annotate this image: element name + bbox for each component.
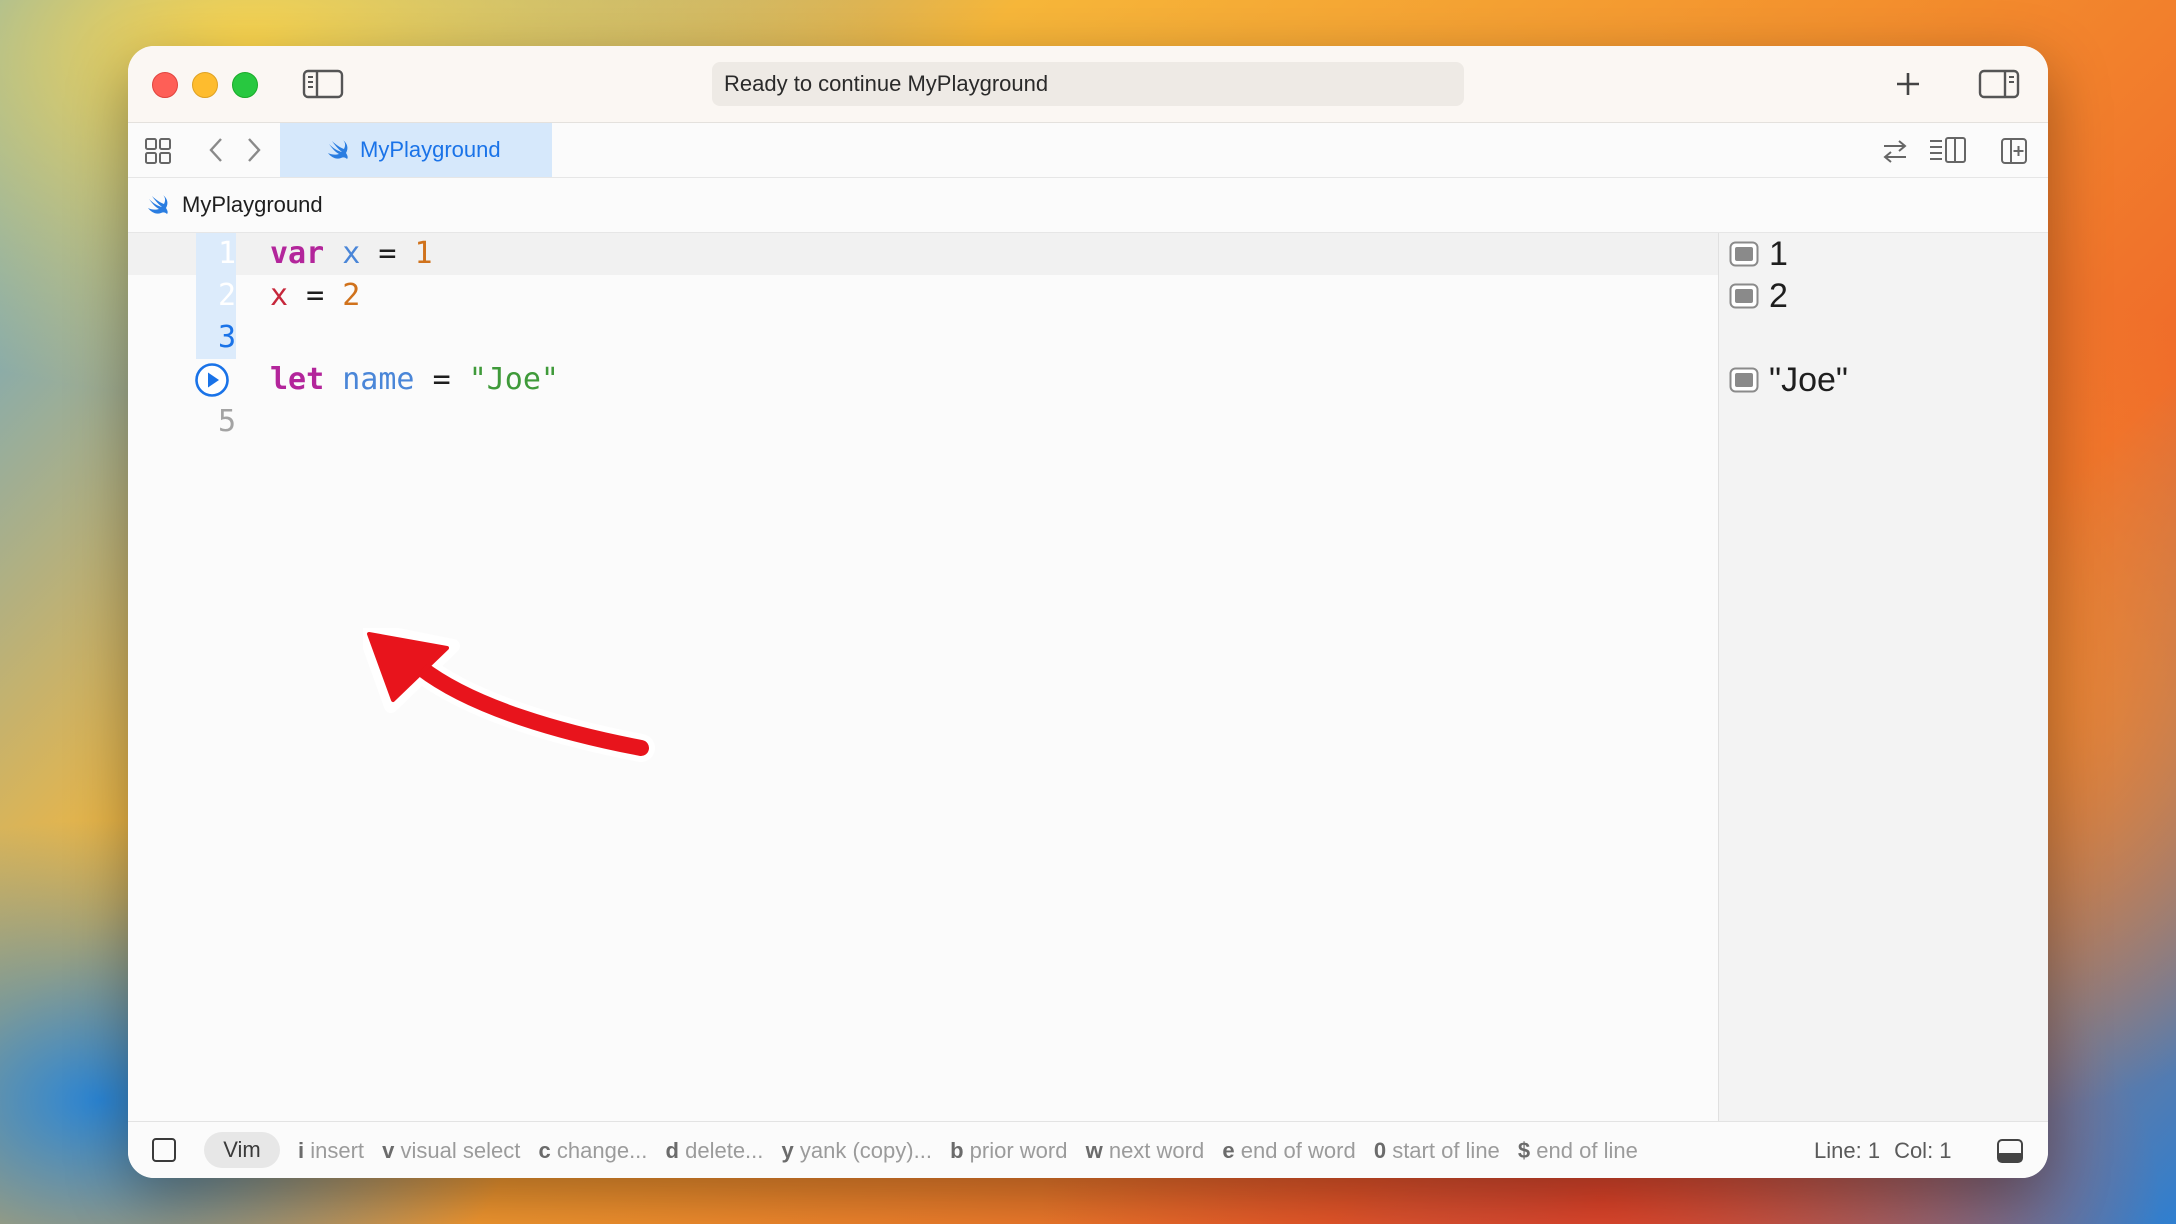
- number-token: 1: [414, 236, 433, 271]
- inspector-icon[interactable]: [1978, 68, 2020, 100]
- vim-hint-key: v: [382, 1138, 395, 1163]
- results-sidebar: 1 2 "Joe": [1718, 233, 2048, 1121]
- line-number: 2: [217, 278, 236, 313]
- vim-hint-key: c: [538, 1138, 551, 1163]
- result-value: 1: [1769, 235, 1788, 273]
- vim-hint-key: 0: [1373, 1138, 1387, 1163]
- cursor-position: Line: 1 Col: 1: [1814, 1122, 1966, 1178]
- vim-hint: c change...: [539, 1138, 648, 1163]
- identifier-token: name: [342, 362, 415, 397]
- quick-look-icon[interactable]: [1729, 241, 1759, 267]
- tab-label: MyPlayground: [360, 137, 501, 162]
- annotation-arrow: [363, 628, 655, 762]
- grid-icon[interactable]: [144, 137, 172, 165]
- vim-hint-key: e: [1222, 1138, 1235, 1163]
- jump-bar-file-label[interactable]: MyPlayground: [182, 178, 323, 232]
- zoom-button[interactable]: [232, 72, 258, 98]
- minimize-button[interactable]: [192, 72, 218, 98]
- debug-area-icon[interactable]: [1996, 1138, 2024, 1164]
- tab-bar: MyPlayground: [128, 123, 2048, 178]
- close-button[interactable]: [152, 72, 178, 98]
- vim-hint-text: start of line: [1392, 1138, 1500, 1163]
- chevron-right-icon[interactable]: [242, 135, 266, 165]
- vim-hint: $ end of line: [1518, 1138, 1638, 1163]
- vim-hint-text: next word: [1108, 1138, 1205, 1163]
- result-value: "Joe": [1769, 361, 1848, 399]
- vim-mode-badge: Vim: [204, 1132, 280, 1168]
- sidebar-toggle-icon[interactable]: [302, 68, 344, 100]
- vim-hint-text: insert: [310, 1138, 365, 1163]
- operator-token: =: [378, 236, 397, 271]
- vim-hint-text: end of word: [1240, 1138, 1356, 1163]
- vim-hint: b prior word: [950, 1138, 1067, 1163]
- vim-hint: d delete...: [666, 1138, 764, 1163]
- line-number: 5: [217, 404, 236, 439]
- vim-hint-key: w: [1085, 1138, 1103, 1163]
- vim-hint: e end of word: [1222, 1138, 1355, 1163]
- code-line-2: x = 2: [270, 275, 360, 317]
- quick-look-icon[interactable]: [1729, 367, 1759, 393]
- number-token: 2: [342, 278, 361, 313]
- keyword-token: var: [270, 236, 325, 271]
- operator-token: =: [432, 362, 451, 397]
- jump-bar: MyPlayground: [128, 178, 2048, 233]
- result-value: 2: [1769, 277, 1788, 315]
- vim-hint-text: yank (copy)...: [799, 1138, 932, 1163]
- code-line-4: let name = "Joe": [270, 359, 559, 401]
- vim-hint: w next word: [1086, 1138, 1205, 1163]
- line-number: 1: [217, 236, 236, 271]
- variable-reference-token: x: [270, 278, 289, 313]
- chevron-left-icon[interactable]: [204, 135, 228, 165]
- code-line-1: var x = 1: [270, 233, 433, 275]
- run-play-icon[interactable]: [194, 362, 230, 398]
- vim-hint-text: change...: [556, 1138, 648, 1163]
- status-bar: Vim i insert v visual select c change...…: [128, 1121, 2048, 1178]
- vim-hint: v visual select: [382, 1138, 520, 1163]
- line-indicator: Line: 1: [1814, 1138, 1881, 1163]
- plus-icon[interactable]: [1892, 68, 1924, 100]
- vim-mode-checkbox[interactable]: [152, 1138, 176, 1162]
- vim-hint-key: b: [950, 1138, 964, 1163]
- quick-look-icon[interactable]: [1729, 283, 1759, 309]
- tab-myplayground[interactable]: MyPlayground: [280, 123, 552, 177]
- keyword-token: let: [270, 362, 325, 397]
- source-editor[interactable]: 1 2 3 5 var x = 1 x = 2 let name = "Joe": [128, 233, 1718, 1121]
- string-token: "Joe": [468, 362, 559, 397]
- vim-hint-text: prior word: [969, 1138, 1068, 1163]
- editor-options-icon[interactable]: [1928, 135, 1968, 165]
- add-editor-icon[interactable]: [2000, 137, 2028, 165]
- vim-hint-key: $: [1517, 1138, 1531, 1163]
- vim-hint-text: delete...: [685, 1138, 764, 1163]
- identifier-token: x: [342, 236, 361, 271]
- vim-hints: i insert v visual select c change... d d…: [298, 1122, 1650, 1178]
- vim-hint-text: visual select: [400, 1138, 521, 1163]
- activity-status-text: Ready to continue MyPlayground: [724, 71, 1049, 96]
- swift-icon: [146, 193, 170, 217]
- xcode-window: Ready to continue MyPlayground MyPlaygro…: [128, 46, 2048, 1178]
- vim-hint-key: i: [298, 1138, 305, 1163]
- activity-view: Ready to continue MyPlayground: [712, 62, 1464, 106]
- vim-hint-key: d: [665, 1138, 679, 1163]
- vim-hint: 0 start of line: [1374, 1138, 1500, 1163]
- vim-hint-key: y: [781, 1138, 794, 1163]
- operator-token: =: [306, 278, 325, 313]
- swap-icon[interactable]: [1880, 137, 1910, 165]
- line-number: 3: [217, 320, 236, 355]
- vim-hint: i insert: [298, 1138, 364, 1163]
- swift-icon: [326, 138, 350, 162]
- vim-hint-text: end of line: [1536, 1138, 1638, 1163]
- column-indicator: Col: 1: [1894, 1138, 1952, 1163]
- title-bar: Ready to continue MyPlayground: [128, 46, 2048, 123]
- vim-hint: y yank (copy)...: [782, 1138, 932, 1163]
